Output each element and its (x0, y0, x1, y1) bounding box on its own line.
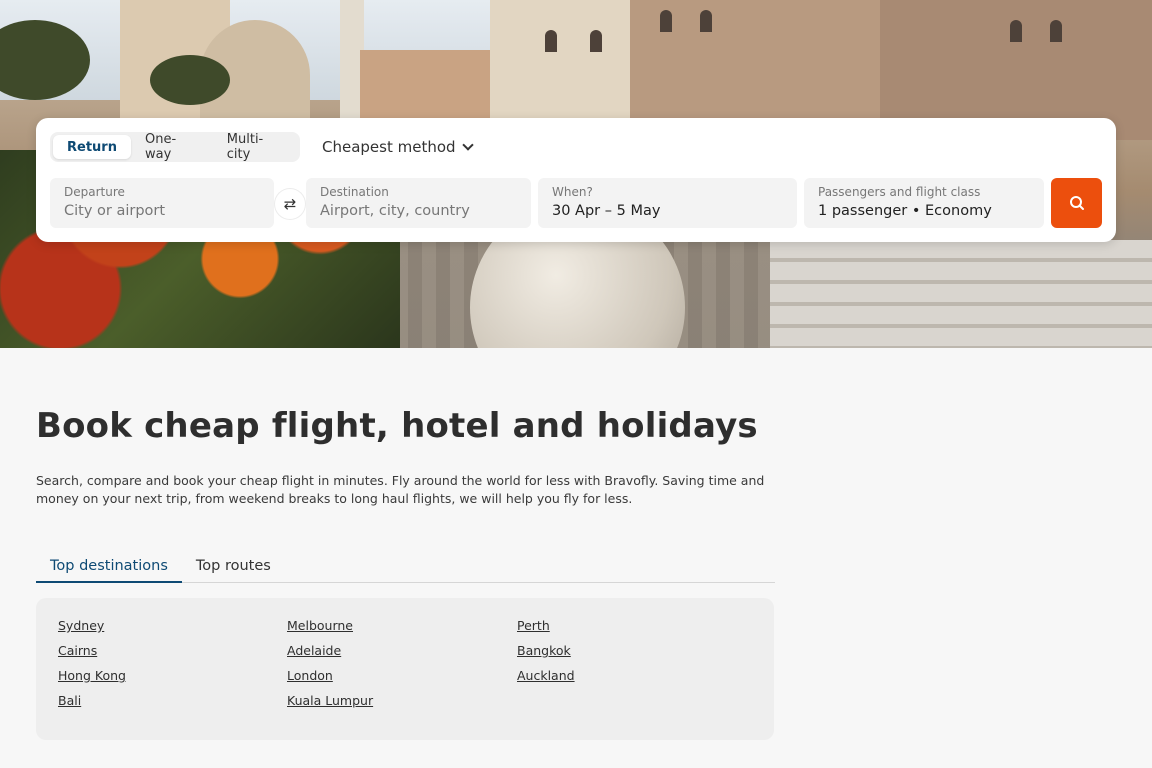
intro-text: Search, compare and book your cheap flig… (36, 473, 765, 506)
departure-input[interactable]: City or airport (64, 203, 260, 219)
destination-label: Destination (320, 185, 389, 199)
trip-type-return[interactable]: Return (53, 135, 131, 159)
hero-window (660, 10, 672, 32)
swap-arrows-icon[interactable]: ⇄ (275, 189, 305, 219)
hero-tree (150, 55, 230, 105)
hero-window (545, 30, 557, 52)
search-icon (1069, 196, 1084, 210)
page-title: Book cheap flight, hotel and holidays (36, 406, 758, 446)
destinations-grid: Sydney Melbourne Perth Cairns Adelaide B… (58, 618, 746, 710)
hero-steps (770, 240, 1152, 348)
search-button[interactable] (1051, 178, 1102, 228)
hero-building (490, 0, 630, 130)
trip-type-one-way[interactable]: One-way (131, 132, 213, 162)
hero-window (1050, 20, 1062, 42)
destination-input[interactable]: Airport, city, country (320, 203, 517, 219)
destination-link[interactable]: Hong Kong (58, 668, 287, 685)
dates-label: When? (552, 185, 593, 199)
destination-link[interactable]: London (287, 668, 517, 685)
passengers-value[interactable]: 1 passenger • Economy (818, 203, 1030, 219)
dates-value[interactable]: 30 Apr – 5 May (552, 203, 783, 219)
chevron-down-icon (461, 139, 474, 151)
destination-field[interactable]: Destination Airport, city, country (306, 178, 531, 228)
sort-method-label: Cheapest method (322, 138, 456, 156)
destination-link[interactable]: Melbourne (287, 618, 517, 635)
destination-link[interactable]: Sydney (58, 618, 287, 635)
destinations-tabs: Top destinations Top routes (36, 552, 775, 583)
destination-link[interactable]: Bali (58, 693, 287, 710)
hero-window (590, 30, 602, 52)
passengers-field[interactable]: Passengers and flight class 1 passenger … (804, 178, 1044, 228)
passengers-label: Passengers and flight class (818, 185, 981, 199)
dates-field[interactable]: When? 30 Apr – 5 May (538, 178, 797, 228)
hero-window (1010, 20, 1022, 42)
destination-link[interactable]: Bangkok (517, 643, 746, 660)
sort-method-dropdown[interactable]: Cheapest method (322, 138, 474, 156)
trip-type-multi-city[interactable]: Multi-city (213, 132, 297, 162)
departure-field[interactable]: Departure City or airport (50, 178, 274, 228)
departure-label: Departure (64, 185, 125, 199)
tab-top-routes[interactable]: Top routes (182, 552, 285, 583)
flight-search-card: Return One-way Multi-city Cheapest metho… (36, 118, 1116, 242)
destination-link[interactable]: Adelaide (287, 643, 517, 660)
destinations-panel: Sydney Melbourne Perth Cairns Adelaide B… (36, 598, 774, 740)
tab-top-destinations[interactable]: Top destinations (36, 552, 182, 583)
destination-link[interactable]: Perth (517, 618, 746, 635)
destination-link[interactable]: Kuala Lumpur (287, 693, 517, 710)
destination-link[interactable]: Cairns (58, 643, 287, 660)
trip-type-toggle: Return One-way Multi-city (50, 132, 300, 162)
destination-link[interactable]: Auckland (517, 668, 746, 685)
hero-window (700, 10, 712, 32)
